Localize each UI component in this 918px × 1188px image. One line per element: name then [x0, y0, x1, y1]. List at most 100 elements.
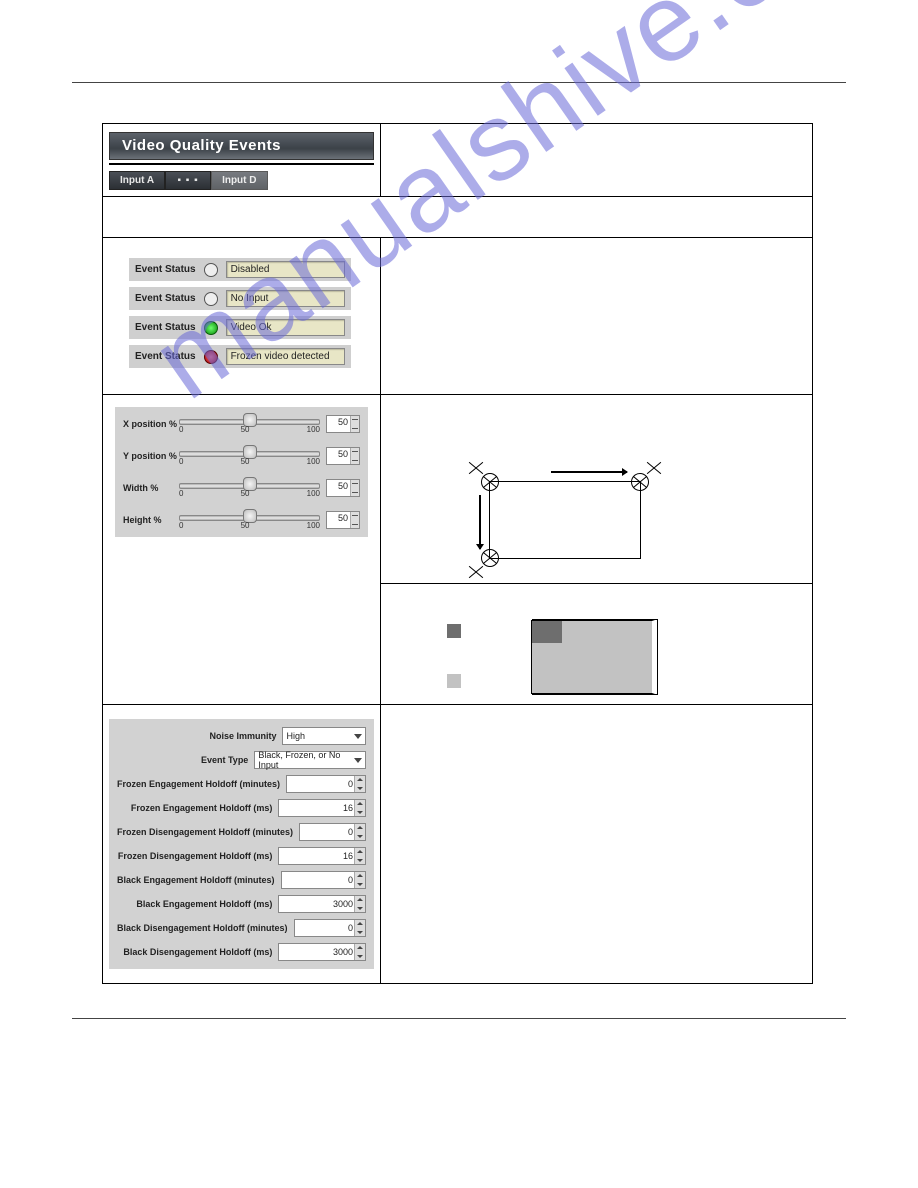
slider-label: Width %	[123, 483, 179, 493]
slider-label: X position %	[123, 419, 179, 429]
slider-x-position: X position % 0 50 100 50	[123, 415, 360, 433]
spinner-value: 3000	[333, 947, 353, 957]
setting-frozen-dis-min: Frozen Disengagement Holdoff (minutes) 0	[117, 823, 366, 841]
page-top-rule	[72, 82, 846, 83]
diagram-rect-icon	[489, 481, 641, 559]
empty-cell	[381, 238, 813, 395]
tick: 0	[179, 457, 183, 466]
spinner-value: 0	[348, 779, 353, 789]
setting-black-dis-ms: Black Disengagement Holdoff (ms) 3000	[117, 943, 366, 961]
spinner-value: 50	[327, 416, 350, 432]
arrow-down-icon	[479, 495, 481, 549]
holdoff-spinner[interactable]: 0	[294, 919, 366, 937]
setting-black-eng-min: Black Engagement Holdoff (minutes) 0	[117, 871, 366, 889]
slider-spinner[interactable]: 50	[326, 511, 360, 529]
spinner-value: 0	[348, 827, 353, 837]
tick: 0	[179, 425, 183, 434]
setting-label: Black Disengagement Holdoff (ms)	[117, 947, 278, 957]
slider-spinner[interactable]: 50	[326, 447, 360, 465]
empty-spanning-cell	[103, 197, 813, 238]
status-label: Event Status	[135, 293, 196, 304]
legend-preview-inner-icon	[532, 621, 562, 643]
spinner-value: 50	[327, 512, 350, 528]
tick: 50	[241, 425, 250, 434]
setting-label: Black Disengagement Holdoff (minutes)	[117, 923, 294, 933]
slider-track[interactable]: 0 50 100	[179, 415, 320, 433]
status-indicator-icon	[204, 263, 218, 277]
holdoff-spinner[interactable]: 0	[281, 871, 366, 889]
holdoff-settings-panel: Noise Immunity High Event Type Black, Fr…	[109, 719, 374, 969]
spinner-value: 16	[343, 803, 353, 813]
diagonal-mark-icon	[467, 563, 485, 581]
title-underline	[109, 163, 374, 165]
setting-label: Black Engagement Holdoff (minutes)	[117, 875, 281, 885]
select-value: Black, Frozen, or No Input	[258, 750, 354, 770]
spinner-value: 50	[327, 480, 350, 496]
slider-track[interactable]: 0 50 100	[179, 447, 320, 465]
tick: 100	[307, 425, 320, 434]
status-label: Event Status	[135, 264, 196, 275]
region-sliders-panel: X position % 0 50 100 50	[115, 407, 368, 537]
slider-track[interactable]: 0 50 100	[179, 511, 320, 529]
setting-event-type: Event Type Black, Frozen, or No Input	[117, 751, 366, 769]
status-value: Video Ok	[226, 319, 345, 336]
tick: 50	[241, 521, 250, 530]
legend-diagram	[381, 584, 812, 704]
setting-label: Frozen Engagement Holdoff (ms)	[117, 803, 278, 813]
spinner-value: 16	[343, 851, 353, 861]
status-value: Frozen video detected	[226, 348, 345, 365]
setting-label: Frozen Disengagement Holdoff (minutes)	[117, 827, 299, 837]
diagonal-mark-icon	[467, 459, 485, 477]
event-status-ok: Event Status Video Ok	[129, 316, 351, 339]
setting-noise-immunity: Noise Immunity High	[117, 727, 366, 745]
layout-table: Video Quality Events Input A ▪ ▪ ▪ Input…	[102, 123, 813, 984]
status-label: Event Status	[135, 351, 196, 362]
slider-width: Width % 0 50 100 50	[123, 479, 360, 497]
tab-input-a[interactable]: Input A	[109, 171, 165, 190]
setting-label: Event Type	[117, 755, 254, 765]
holdoff-spinner[interactable]: 16	[278, 847, 366, 865]
setting-black-eng-ms: Black Engagement Holdoff (ms) 3000	[117, 895, 366, 913]
holdoff-spinner[interactable]: 3000	[278, 895, 366, 913]
page-bottom-rule	[72, 1018, 846, 1019]
event-status-frozen: Event Status Frozen video detected	[129, 345, 351, 368]
status-indicator-icon	[204, 321, 218, 335]
legend-light-icon	[447, 674, 461, 688]
slider-track[interactable]: 0 50 100	[179, 479, 320, 497]
tab-input-d[interactable]: Input D	[211, 171, 267, 190]
holdoff-spinner[interactable]: 3000	[278, 943, 366, 961]
event-status-disabled: Event Status Disabled	[129, 258, 351, 281]
slider-label: Y position %	[123, 451, 179, 461]
setting-label: Frozen Engagement Holdoff (minutes)	[117, 779, 286, 789]
slider-y-position: Y position % 0 50 100 50	[123, 447, 360, 465]
legend-dark-icon	[447, 624, 461, 638]
setting-black-dis-min: Black Disengagement Holdoff (minutes) 0	[117, 919, 366, 937]
holdoff-spinner[interactable]: 0	[299, 823, 366, 841]
event-status-panel: Event Status Disabled Event Status No In…	[103, 238, 380, 394]
diagonal-mark-icon	[645, 459, 663, 477]
setting-label: Frozen Disengagement Holdoff (ms)	[117, 851, 278, 861]
input-tabbar: Input A ▪ ▪ ▪ Input D	[109, 171, 374, 190]
panel-title: Video Quality Events	[109, 132, 374, 160]
event-status-noinput: Event Status No Input	[129, 287, 351, 310]
noise-immunity-select[interactable]: High	[282, 727, 366, 745]
tab-dots: ▪ ▪ ▪	[165, 171, 211, 190]
empty-cell	[381, 124, 813, 197]
tick: 50	[241, 457, 250, 466]
slider-height: Height % 0 50 100 50	[123, 511, 360, 529]
slider-spinner[interactable]: 50	[326, 415, 360, 433]
holdoff-spinner[interactable]: 16	[278, 799, 366, 817]
event-type-select[interactable]: Black, Frozen, or No Input	[254, 751, 366, 769]
spinner-value: 0	[348, 875, 353, 885]
spinner-value: 3000	[333, 899, 353, 909]
tick: 0	[179, 521, 183, 530]
chevron-down-icon	[354, 734, 362, 739]
setting-label: Noise Immunity	[117, 731, 282, 741]
header-panel: Video Quality Events Input A ▪ ▪ ▪ Input…	[103, 124, 380, 196]
setting-frozen-dis-ms: Frozen Disengagement Holdoff (ms) 16	[117, 847, 366, 865]
setting-label: Black Engagement Holdoff (ms)	[117, 899, 278, 909]
slider-label: Height %	[123, 515, 179, 525]
slider-spinner[interactable]: 50	[326, 479, 360, 497]
holdoff-spinner[interactable]: 0	[286, 775, 366, 793]
spinner-value: 0	[348, 923, 353, 933]
